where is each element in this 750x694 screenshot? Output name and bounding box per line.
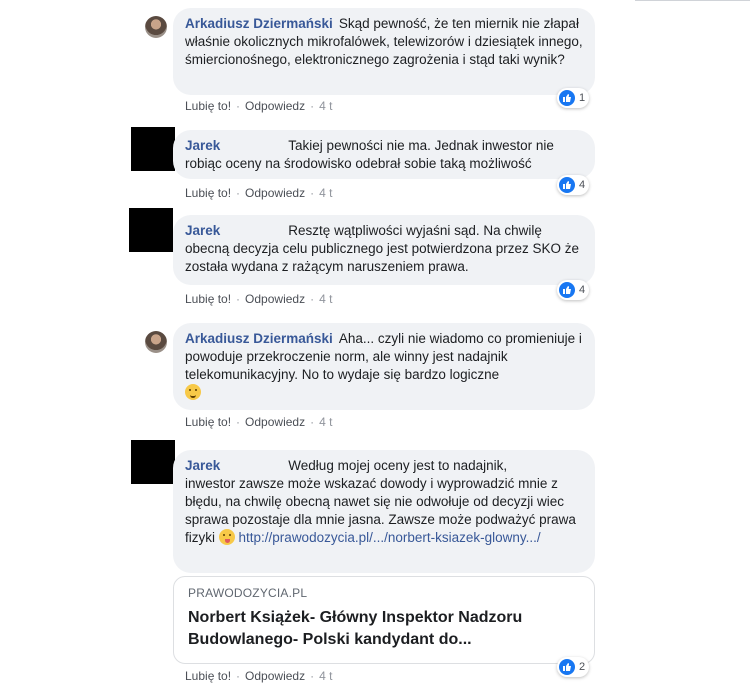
separator: ·: [236, 669, 241, 683]
comment-text: Według mojej oceny jest to nadajnik,: [288, 458, 508, 473]
comment-actions: Lubię to! · Odpowiedz · 4 t: [185, 292, 332, 306]
like-link[interactable]: Lubię to!: [185, 99, 231, 113]
comment-author[interactable]: Jarek: [185, 223, 220, 238]
comment-link[interactable]: http://prawodozycia.pl/.../norbert-ksiaz…: [239, 530, 541, 545]
reaction-number: 2: [579, 661, 586, 673]
avatar[interactable]: [145, 331, 167, 353]
link-preview-domain: PRAWODOZYCIA.PL: [188, 586, 308, 600]
avatar[interactable]: [131, 127, 175, 171]
comment-bubble: Jarek Resztę wątpliwości wyjaśni sąd. Na …: [173, 215, 595, 285]
reaction-number: 4: [579, 179, 586, 191]
like-link[interactable]: Lubię to!: [185, 292, 231, 306]
comment-bubble: Arkadiusz Dziermański Skąd pewność, że te…: [173, 8, 595, 95]
comment-time[interactable]: 4 t: [319, 99, 332, 113]
link-preview-card[interactable]: PRAWODOZYCIA.PL Norbert Książek- Główny …: [173, 576, 595, 664]
top-divider: [635, 0, 750, 1]
reply-link[interactable]: Odpowiedz: [245, 186, 305, 200]
avatar[interactable]: [131, 440, 175, 484]
avatar[interactable]: [145, 16, 167, 38]
reply-link[interactable]: Odpowiedz: [245, 99, 305, 113]
comment-actions: Lubię to! · Odpowiedz · 4 t: [185, 186, 332, 200]
like-icon: [559, 659, 575, 675]
separator: ·: [236, 292, 241, 306]
reaction-number: 1: [579, 92, 586, 104]
separator: ·: [236, 99, 241, 113]
like-link[interactable]: Lubię to!: [185, 669, 231, 683]
comment-actions: Lubię to! · Odpowiedz · 4 t: [185, 99, 332, 113]
comment-time[interactable]: 4 t: [319, 415, 332, 429]
reaction-count[interactable]: 1: [557, 88, 590, 108]
comment-bubble: Jarek Takiej pewności nie ma. Jednak inwe…: [173, 130, 595, 179]
reaction-count[interactable]: 2: [557, 657, 590, 677]
comment-author[interactable]: Arkadiusz Dziermański: [185, 331, 333, 346]
comment-text: Resztę wątpliwości wyjaśni sąd. Na chwil…: [288, 223, 542, 238]
separator: ·: [310, 292, 315, 306]
reply-link[interactable]: Odpowiedz: [245, 669, 305, 683]
reaction-count[interactable]: 4: [557, 280, 590, 300]
like-link[interactable]: Lubię to!: [185, 186, 231, 200]
comment-bubble: Jarek Według mojej oceny jest to nadajnik…: [173, 450, 595, 573]
comment-text: robiąc oceny na środowisko odebrał sobie…: [185, 156, 532, 171]
like-link[interactable]: Lubię to!: [185, 415, 231, 429]
comment-time[interactable]: 4 t: [319, 669, 332, 683]
like-icon: [559, 282, 575, 298]
comment-time[interactable]: 4 t: [319, 186, 332, 200]
comment-text: obecną decyzja celu publicznego jest pot…: [185, 241, 579, 274]
thinking-face-icon: [185, 384, 201, 400]
comment-time[interactable]: 4 t: [319, 292, 332, 306]
comment-bubble: Arkadiusz Dziermański Aha... czyli nie wi…: [173, 323, 595, 410]
reaction-number: 4: [579, 284, 586, 296]
reply-link[interactable]: Odpowiedz: [245, 292, 305, 306]
separator: ·: [236, 415, 241, 429]
reply-link[interactable]: Odpowiedz: [245, 415, 305, 429]
reaction-count[interactable]: 4: [557, 175, 590, 195]
comment-actions: Lubię to! · Odpowiedz · 4 t: [185, 415, 332, 429]
separator: ·: [236, 186, 241, 200]
comment-author[interactable]: Arkadiusz Dziermański: [185, 16, 333, 31]
comment-text: Takiej pewności nie ma. Jednak inwestor …: [288, 138, 554, 153]
like-icon: [559, 177, 575, 193]
comment-author[interactable]: Jarek: [185, 458, 220, 473]
comment-author[interactable]: Jarek: [185, 138, 220, 153]
comment-actions: Lubię to! · Odpowiedz · 4 t: [185, 669, 332, 683]
separator: ·: [310, 99, 315, 113]
tongue-face-icon: [218, 529, 235, 545]
separator: ·: [310, 415, 315, 429]
separator: ·: [310, 186, 315, 200]
like-icon: [559, 90, 575, 106]
separator: ·: [310, 669, 315, 683]
link-preview-title[interactable]: Norbert Książek- Główny Inspektor Nadzor…: [188, 607, 580, 651]
avatar[interactable]: [129, 208, 173, 252]
